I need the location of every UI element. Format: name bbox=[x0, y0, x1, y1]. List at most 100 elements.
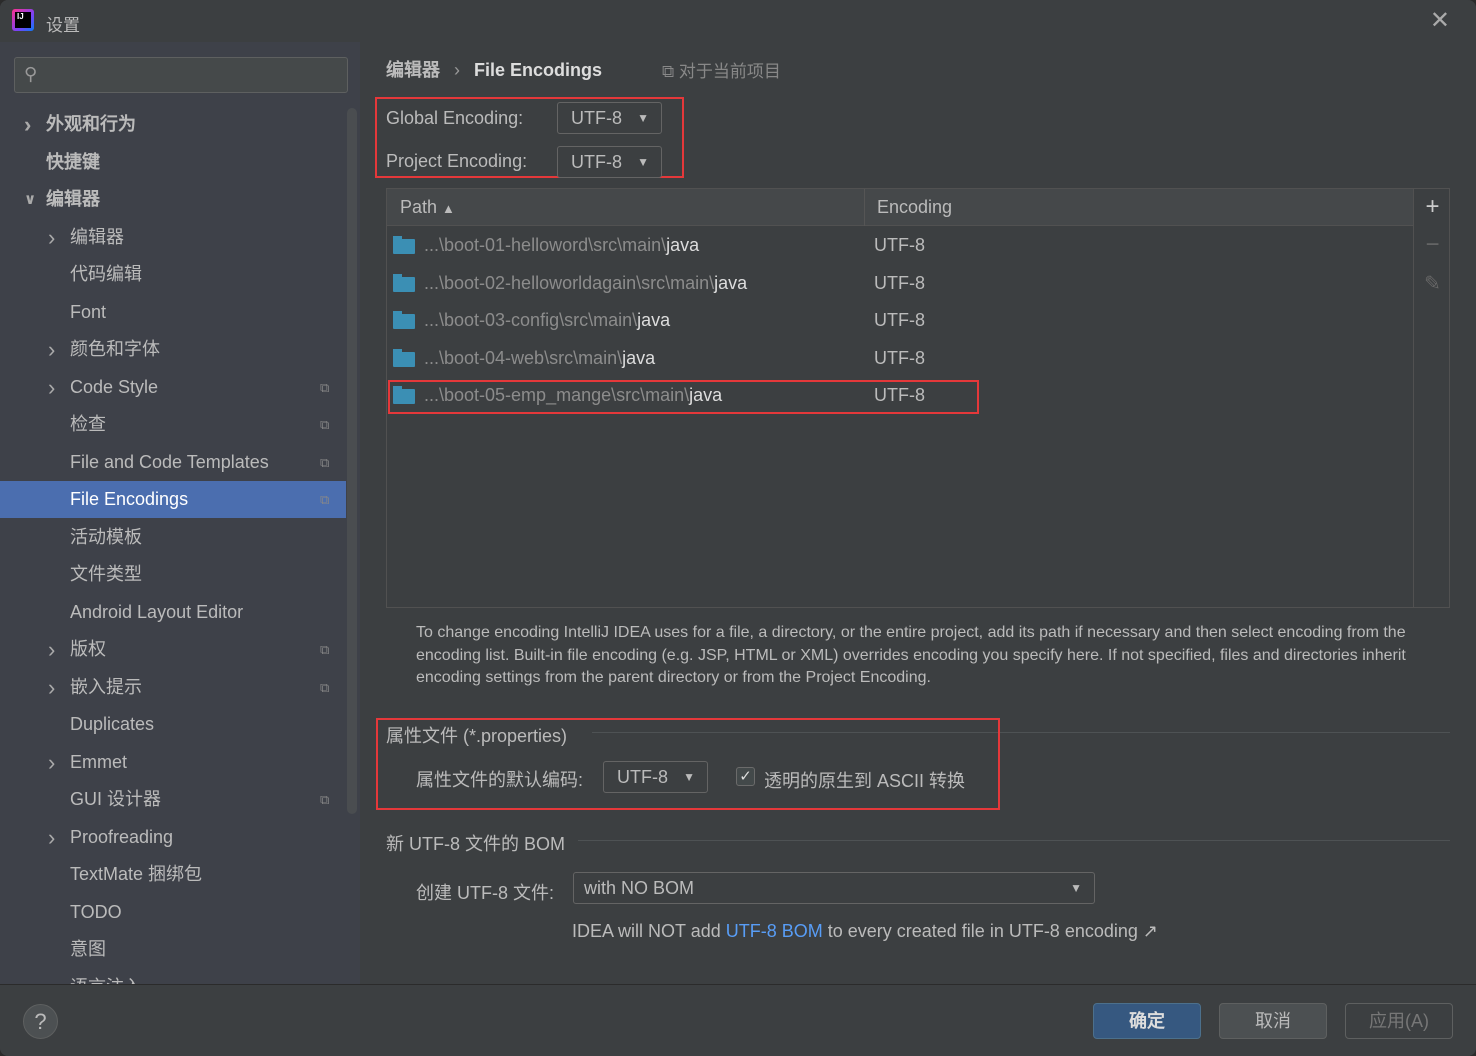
project-scope-icon: ⧉ bbox=[320, 642, 330, 657]
sidebar-item-label: Font bbox=[70, 301, 107, 322]
close-icon[interactable]: ✕ bbox=[1430, 6, 1450, 35]
chevron-right-icon[interactable]: › bbox=[48, 331, 55, 368]
sidebar-item[interactable]: Duplicates bbox=[0, 706, 346, 743]
copy-icon: ⧉ bbox=[662, 62, 679, 81]
table-row[interactable]: ...\boot-04-web\src\main\java UTF-8 bbox=[387, 340, 1413, 377]
table-row[interactable]: ...\boot-03-config\src\main\java UTF-8 bbox=[387, 302, 1413, 339]
properties-encoding-select[interactable]: UTF-8 ▼ bbox=[603, 761, 708, 793]
column-encoding[interactable]: Encoding bbox=[864, 189, 952, 226]
breadcrumb-item[interactable]: 编辑器 bbox=[386, 60, 440, 80]
sidebar-item[interactable]: TODO bbox=[0, 894, 346, 931]
sidebar-item-label: Emmet bbox=[70, 751, 128, 772]
ok-button[interactable]: 确定 bbox=[1093, 1003, 1201, 1039]
folder-icon bbox=[393, 311, 415, 329]
sidebar-item-label: 语言注入 bbox=[70, 969, 142, 985]
project-scope-icon: ⧉ bbox=[320, 969, 329, 985]
sidebar-item[interactable]: TextMate 捆绑包 bbox=[0, 856, 346, 893]
path-cell: ...\boot-02-helloworldagain\src\main\jav… bbox=[424, 265, 747, 302]
encoding-cell[interactable]: UTF-8 bbox=[874, 302, 925, 339]
remove-icon[interactable]: − bbox=[1414, 231, 1451, 259]
sidebar-item[interactable]: › 嵌入提示 ⧉ bbox=[0, 669, 346, 706]
search-icon: ⚲ bbox=[24, 64, 38, 84]
chevron-right-icon[interactable]: › bbox=[48, 744, 55, 781]
sidebar-item[interactable]: › Proofreading bbox=[0, 819, 346, 856]
breadcrumb-current: File Encodings bbox=[474, 60, 603, 80]
divider bbox=[578, 840, 1450, 841]
path-name: java bbox=[637, 310, 671, 330]
sidebar-item-label: Code Style bbox=[70, 376, 159, 397]
project-encoding-select[interactable]: UTF-8 ▼ bbox=[557, 146, 662, 178]
sidebar-item-label: GUI 设计器 bbox=[70, 789, 162, 809]
sidebar-item-label: 外观和行为 bbox=[46, 114, 136, 134]
properties-encoding-value: UTF-8 bbox=[617, 767, 668, 787]
main-panel: 编辑器 › File Encodings ⧉ 对于当前项目 Global Encod… bbox=[360, 42, 1476, 984]
sidebar-item-label: 版权 bbox=[70, 639, 106, 659]
folder-icon bbox=[393, 273, 415, 292]
sidebar-item[interactable]: GUI 设计器 ⧉ bbox=[0, 781, 346, 818]
global-encoding-label: Global Encoding: bbox=[386, 108, 524, 128]
chevron-down-icon: ▼ bbox=[1070, 881, 1082, 895]
path-cell: ...\boot-04-web\src\main\java bbox=[424, 340, 655, 377]
breadcrumb: 编辑器 › File Encodings bbox=[386, 56, 602, 82]
highlight-box bbox=[388, 380, 979, 414]
sidebar-scrollbar[interactable] bbox=[347, 108, 357, 814]
chevron-right-icon[interactable]: › bbox=[48, 669, 55, 706]
bom-link[interactable]: UTF-8 BOM bbox=[726, 921, 823, 941]
bom-select-value: with NO BOM bbox=[584, 878, 695, 898]
project-encoding-value: UTF-8 bbox=[571, 152, 622, 172]
sidebar-item[interactable]: 快捷键 bbox=[0, 144, 346, 181]
add-icon[interactable]: + bbox=[1414, 193, 1451, 221]
sidebar-item-label: Android Layout Editor bbox=[70, 601, 244, 622]
column-path[interactable]: Path ▲ bbox=[400, 189, 455, 227]
sidebar-item[interactable]: › 版权 ⧉ bbox=[0, 631, 346, 668]
sidebar-item[interactable]: File and Code Templates ⧉ bbox=[0, 444, 346, 481]
sidebar-item[interactable]: 代码编辑 bbox=[0, 256, 346, 293]
sidebar-item[interactable]: 活动模板 bbox=[0, 519, 346, 556]
path-name: java bbox=[714, 272, 748, 293]
chevron-right-icon[interactable]: › bbox=[24, 106, 31, 143]
sidebar-item[interactable]: Font bbox=[0, 294, 346, 331]
bom-select[interactable]: with NO BOM ▼ bbox=[573, 872, 1095, 904]
table-row[interactable]: ...\boot-02-helloworldagain\src\main\jav… bbox=[387, 265, 1413, 302]
chevron-right-icon[interactable]: › bbox=[48, 631, 55, 668]
encoding-cell[interactable]: UTF-8 bbox=[874, 340, 925, 377]
sidebar-item[interactable]: › Code Style ⧉ bbox=[0, 369, 346, 406]
ascii-conversion-label[interactable]: 透明的原生到 ASCII 转换 bbox=[764, 767, 965, 793]
global-encoding-select[interactable]: UTF-8 ▼ bbox=[557, 102, 662, 134]
sidebar-item[interactable]: › 语言注入 ⧉ bbox=[0, 969, 346, 985]
sidebar-item[interactable]: Android Layout Editor bbox=[0, 594, 346, 631]
path-prefix: ...\boot-03-config\src\main\ bbox=[424, 310, 638, 330]
project-scope: ⧉ 对于当前项目 bbox=[662, 57, 781, 82]
sidebar: ⚲ › 外观和行为 快捷键 ∨ 编辑器 › 编辑器 代码编辑 Font › 颜色和字体 › Code S… bbox=[0, 42, 360, 984]
chevron-down-icon: ▼ bbox=[683, 770, 695, 784]
sidebar-item[interactable]: 意图 bbox=[0, 931, 346, 968]
path-prefix: ...\boot-02-helloworldagain\src\main\ bbox=[424, 272, 715, 293]
help-button[interactable]: ? bbox=[23, 1004, 58, 1039]
sidebar-item[interactable]: File Encodings ⧉ bbox=[0, 481, 346, 518]
project-scope-icon: ⧉ bbox=[320, 417, 330, 432]
chevron-down-icon[interactable]: ∨ bbox=[24, 181, 36, 218]
chevron-right-icon[interactable]: › bbox=[48, 369, 55, 406]
project-encoding-label: Project Encoding: bbox=[386, 151, 528, 171]
chevron-right-icon[interactable]: › bbox=[48, 219, 55, 256]
sidebar-item[interactable]: ∨ 编辑器 bbox=[0, 181, 346, 218]
sidebar-item[interactable]: › 颜色和字体 bbox=[0, 331, 346, 368]
encoding-cell[interactable]: UTF-8 bbox=[874, 227, 925, 264]
sidebar-item[interactable]: › Emmet bbox=[0, 744, 346, 781]
chevron-right-icon[interactable]: › bbox=[48, 819, 55, 856]
edit-icon[interactable]: ✎ bbox=[1414, 271, 1451, 296]
encoding-cell[interactable]: UTF-8 bbox=[874, 265, 925, 302]
sidebar-item[interactable]: › 外观和行为 bbox=[0, 106, 346, 143]
project-scope-label: 对于当前项目 bbox=[678, 62, 781, 81]
sidebar-item-label: 活动模板 bbox=[70, 526, 142, 547]
ascii-conversion-checkbox[interactable]: ✓ bbox=[736, 767, 755, 786]
cancel-button[interactable]: 取消 bbox=[1219, 1003, 1327, 1039]
sidebar-item[interactable]: 检查 ⧉ bbox=[0, 406, 346, 443]
table-row[interactable]: ...\boot-01-helloword\src\main\java UTF-8 bbox=[387, 227, 1413, 264]
search-input[interactable]: ⚲ bbox=[14, 57, 348, 93]
sidebar-item[interactable]: › 编辑器 bbox=[0, 219, 346, 256]
chevron-right-icon[interactable]: › bbox=[48, 969, 55, 985]
bom-note: IDEA will NOT add UTF-8 BOM to every cre… bbox=[572, 921, 1158, 942]
apply-button[interactable]: 应用(A) bbox=[1345, 1003, 1453, 1039]
sidebar-item[interactable]: 文件类型 bbox=[0, 556, 346, 593]
